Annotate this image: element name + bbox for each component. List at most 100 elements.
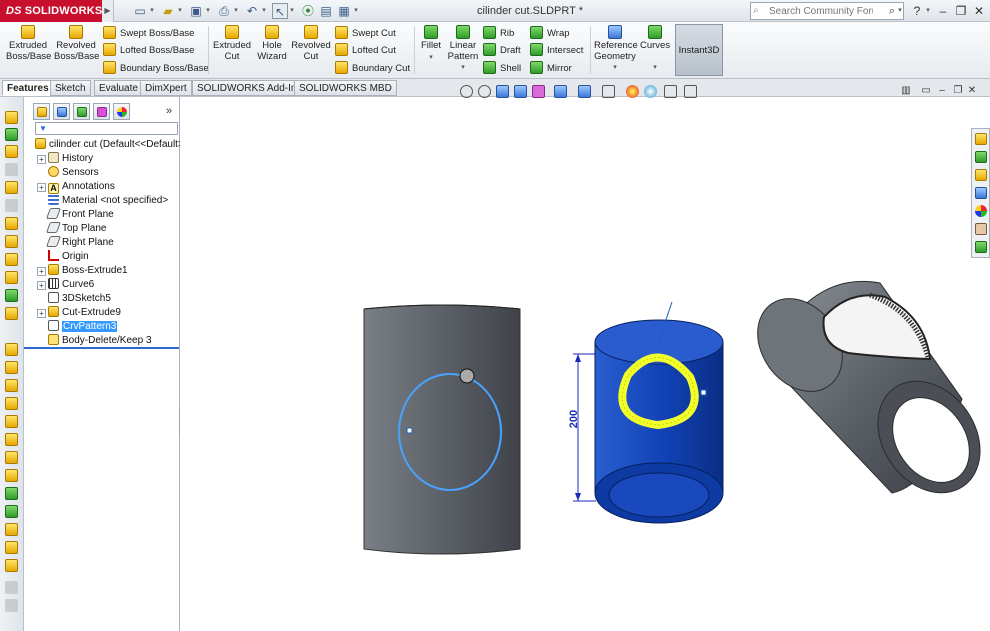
- view-palette-icon[interactable]: [975, 187, 987, 199]
- tree-item-origin[interactable]: Origin: [37, 250, 89, 264]
- linear-pattern-button[interactable]: Linear Pattern ▾: [446, 24, 480, 76]
- select-pointer-icon[interactable]: ↖: [272, 3, 288, 19]
- print-icon[interactable]: ⎙: [216, 3, 232, 19]
- tree-item-top-plane[interactable]: Top Plane: [37, 222, 106, 236]
- options-dropdown-icon[interactable]: ▾: [352, 3, 360, 19]
- linear-pattern-dropdown-icon[interactable]: ▾: [461, 64, 465, 71]
- fillet-side-icon[interactable]: [5, 433, 18, 446]
- zoom-to-fit-icon[interactable]: [460, 85, 473, 98]
- rollback-bar[interactable]: [24, 347, 179, 349]
- intersect-button[interactable]: Intersect: [530, 43, 583, 59]
- tree-item-right-plane[interactable]: Right Plane: [37, 236, 114, 250]
- expand-icon[interactable]: +: [37, 267, 46, 276]
- viewport-minimize-icon[interactable]: ▭: [919, 84, 933, 98]
- propertymanager-tab[interactable]: [53, 103, 70, 120]
- tree-item-annotations[interactable]: + A Annotations: [37, 180, 115, 194]
- search-box[interactable]: ⌕ ⌕: [750, 2, 904, 20]
- expand-icon[interactable]: +: [37, 281, 46, 290]
- sketch-point[interactable]: [406, 427, 413, 434]
- rib-button[interactable]: Rib: [483, 26, 514, 42]
- reference-geometry-dropdown-icon[interactable]: ▾: [613, 64, 617, 71]
- viewport-restore-icon[interactable]: ❐: [951, 84, 965, 98]
- gray-tube-model[interactable]: [740, 280, 990, 512]
- tab-evaluate[interactable]: Evaluate: [94, 80, 143, 96]
- tab-addins[interactable]: SOLIDWORKS Add-Ins: [192, 80, 307, 96]
- close-icon[interactable]: ✕: [970, 2, 988, 20]
- expand-icon[interactable]: +: [37, 309, 46, 318]
- design-library-icon[interactable]: [975, 151, 987, 163]
- polygon-icon[interactable]: [5, 253, 18, 266]
- tab-features[interactable]: Features: [2, 80, 54, 96]
- shell-side-icon[interactable]: [5, 505, 18, 518]
- tree-item-curve6[interactable]: + Curve6: [37, 278, 94, 292]
- tree-item-crvpattern3[interactable]: CrvPattern3: [37, 320, 118, 334]
- arc-icon[interactable]: [5, 235, 18, 248]
- section-view-icon[interactable]: [514, 85, 527, 98]
- trim-icon[interactable]: [5, 289, 18, 302]
- tree-item-sensors[interactable]: Sensors: [37, 166, 99, 180]
- tree-item-3dsketch5[interactable]: 3DSketch5: [37, 292, 111, 306]
- reference-geometry-button[interactable]: Reference Geometry ▾: [594, 24, 638, 76]
- smart-dimension-icon[interactable]: [5, 128, 18, 141]
- curves-button[interactable]: Curves ▾: [640, 24, 670, 76]
- split-view-icon[interactable]: ▥: [899, 84, 913, 98]
- dimension-value[interactable]: 200: [568, 409, 592, 429]
- search-dropdown-icon[interactable]: ▾: [896, 3, 904, 19]
- curves-dropdown-icon[interactable]: ▾: [653, 64, 657, 71]
- edit-appearance-icon[interactable]: [626, 85, 639, 98]
- dimxpertmanager-tab[interactable]: [93, 103, 110, 120]
- rectangle-icon[interactable]: [5, 181, 18, 194]
- lofted-boss-button[interactable]: Lofted Boss/Base: [103, 43, 194, 59]
- line-icon[interactable]: [5, 145, 18, 158]
- swept-boss-button[interactable]: Swept Boss/Base: [103, 26, 194, 42]
- zoom-to-area-icon[interactable]: [478, 85, 491, 98]
- spline-icon[interactable]: [5, 271, 18, 284]
- offset-icon[interactable]: [5, 307, 18, 320]
- help-dropdown-icon[interactable]: ▾: [924, 3, 932, 19]
- view-settings-icon[interactable]: [664, 85, 677, 98]
- tree-item-body-delete[interactable]: Body-Delete/Keep 3: [37, 334, 152, 348]
- solidworks-forum-icon[interactable]: [975, 241, 987, 253]
- hole-icon[interactable]: [5, 397, 18, 410]
- tree-item-front-plane[interactable]: Front Plane: [37, 208, 114, 222]
- wrap-side-icon[interactable]: [5, 559, 18, 572]
- draft-button[interactable]: Draft: [483, 43, 521, 59]
- restore-icon[interactable]: ❐: [952, 2, 970, 20]
- file-properties-icon[interactable]: ▤: [318, 3, 334, 19]
- expand-icon[interactable]: +: [37, 183, 46, 192]
- instant3d-button[interactable]: Instant3D: [675, 24, 723, 76]
- viewport-close-icon[interactable]: ✕: [965, 84, 979, 98]
- revolved-boss-button[interactable]: Revolved Boss/Base: [54, 24, 99, 76]
- display-pane-icon[interactable]: [684, 85, 697, 98]
- select-dropdown-icon[interactable]: ▾: [288, 3, 296, 19]
- extrude-icon[interactable]: [5, 343, 18, 356]
- mirror-button[interactable]: Mirror: [530, 61, 572, 77]
- previous-view-icon[interactable]: [496, 85, 509, 98]
- plane-icon[interactable]: [5, 451, 18, 464]
- new-dropdown-icon[interactable]: ▾: [148, 3, 156, 19]
- options-icon[interactable]: ▦: [336, 3, 352, 19]
- undo-dropdown-icon[interactable]: ▾: [260, 3, 268, 19]
- save-icon[interactable]: ▣: [188, 3, 204, 19]
- tree-filter-input[interactable]: ▼: [35, 122, 178, 135]
- circle-icon[interactable]: [5, 217, 18, 230]
- tree-item-cut-extrude9[interactable]: + Cut-Extrude9: [37, 306, 121, 320]
- hole-wizard-button[interactable]: Hole Wizard: [254, 24, 290, 76]
- viewport-minimize2-icon[interactable]: –: [935, 84, 949, 98]
- dynamic-annotation-icon[interactable]: [532, 85, 545, 98]
- expand-icon[interactable]: +: [37, 155, 46, 164]
- graphics-area[interactable]: 200: [180, 97, 990, 631]
- revolved-cut-button[interactable]: Revolved Cut: [291, 24, 331, 76]
- new-document-icon[interactable]: ▭: [132, 3, 148, 19]
- blue-cylinder-model[interactable]: [573, 301, 724, 524]
- pattern-icon[interactable]: [5, 469, 18, 482]
- file-explorer-icon[interactable]: [975, 169, 987, 181]
- tab-sketch[interactable]: Sketch: [50, 80, 91, 96]
- tab-dimxpert[interactable]: DimXpert: [140, 80, 192, 96]
- rib-side-icon[interactable]: [5, 523, 18, 536]
- tree-item-material[interactable]: Material <not specified>: [37, 194, 168, 208]
- minimize-icon[interactable]: –: [934, 2, 952, 20]
- mirror-side-icon[interactable]: [5, 487, 18, 500]
- apply-scene-icon[interactable]: [644, 85, 657, 98]
- tree-root-part[interactable]: cilinder cut (Default<<Default>: [35, 138, 184, 152]
